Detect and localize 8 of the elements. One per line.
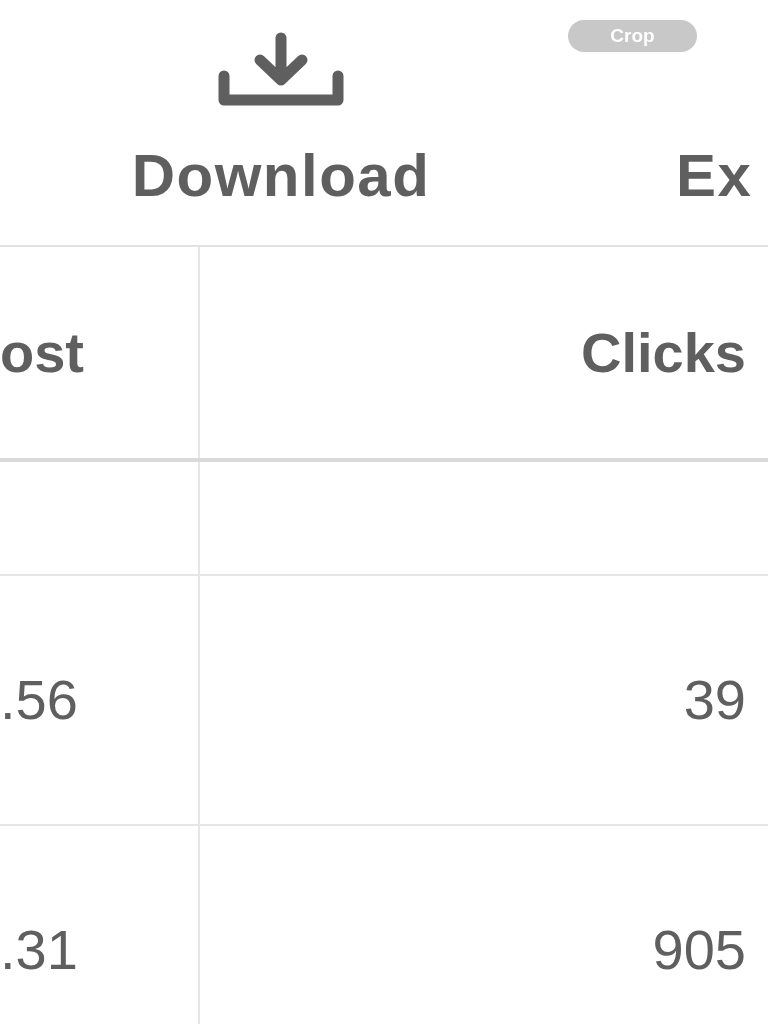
download-button[interactable]: Download — [66, 0, 496, 245]
download-icon — [218, 32, 344, 108]
table-cell: 905 — [652, 922, 746, 978]
table-cell: .56 — [0, 672, 78, 728]
table-cell: .31 — [0, 922, 78, 978]
column-header[interactable]: Clicks — [581, 324, 746, 381]
table-cell: 39 — [683, 672, 746, 728]
column-header[interactable]: ost — [0, 324, 84, 381]
